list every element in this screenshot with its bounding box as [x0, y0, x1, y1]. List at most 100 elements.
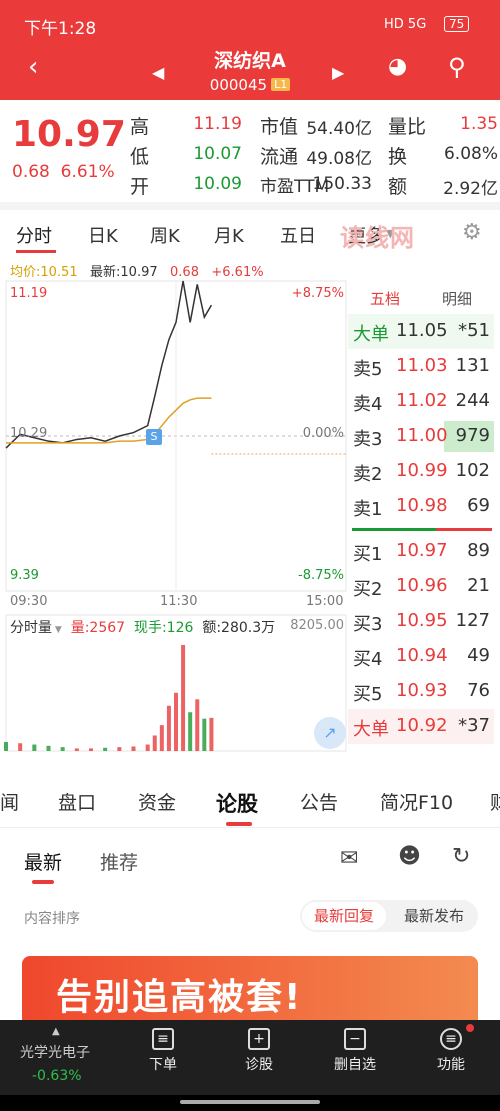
status-time: 下午1:28 — [24, 19, 97, 39]
stock-code-text: 000045 — [209, 76, 268, 94]
collapse-icon[interactable]: ▲ — [52, 1026, 60, 1037]
watermark: 读线网 — [340, 224, 415, 252]
high-label: 高 — [130, 116, 150, 138]
book-qty: 127 — [455, 610, 490, 631]
level-badge: L1 — [271, 78, 291, 91]
volume-bar — [159, 725, 164, 751]
time-start-label: 09:30 — [10, 594, 48, 609]
latest-price: 10.97 — [12, 114, 126, 155]
volume-bar — [74, 748, 79, 751]
volume-info: 分时量 ▼ 量:2567 现手:126 额:280.3万 — [10, 617, 275, 637]
volume-bar — [166, 705, 171, 751]
tab-finance[interactable]: 财 — [490, 788, 500, 815]
volume-bar — [103, 747, 108, 751]
tab-five-day[interactable]: 五日 — [280, 222, 316, 248]
search-icon[interactable]: ⚲ — [448, 54, 466, 80]
remove-label: 删自选 — [334, 1057, 376, 1073]
tab-funds[interactable]: 资金 — [138, 788, 176, 815]
y-top-label: 11.19 — [10, 286, 48, 301]
stock-name: 深纺织A — [214, 50, 286, 72]
remove-watchlist-button[interactable]: − 删自选 — [320, 1028, 390, 1074]
diagnose-icon: + — [248, 1028, 270, 1050]
volratio-label: 量比 — [388, 116, 427, 138]
open-label: 开 — [130, 176, 150, 198]
book-price: 11.03 — [396, 355, 448, 376]
sort-label: 内容排序 — [24, 911, 80, 927]
high-value: 11.19 — [193, 114, 242, 134]
tab-weekly[interactable]: 周K — [150, 222, 180, 248]
robot-icon[interactable]: ◕ — [388, 54, 407, 80]
book-level: 大单 — [353, 324, 389, 345]
volume-value: 量:2567 — [70, 620, 126, 636]
time-end-label: 15:00 — [306, 594, 344, 609]
active-tab-indicator — [16, 250, 56, 253]
next-stock-icon[interactable]: ▶ — [332, 60, 344, 86]
sort-latest-post[interactable]: 最新发布 — [392, 902, 476, 930]
volume-bar — [152, 735, 157, 751]
tab-news[interactable]: 闻 — [0, 788, 19, 815]
volume-bar — [209, 717, 214, 751]
book-row: 买4 10.94 49 — [348, 639, 494, 674]
expand-icon[interactable]: ↗ — [314, 717, 346, 749]
volume-bar — [188, 712, 193, 751]
book-row: 大单 10.92 *37 — [348, 709, 494, 744]
book-level: 大单 — [353, 719, 389, 740]
order-book: 五档 明细 大单 11.05 *51 卖5 11.03 131 卖4 11.02 244 卖3 11… — [348, 282, 494, 752]
tab-daily[interactable]: 日K — [88, 222, 118, 248]
sell-marker[interactable]: S — [146, 429, 162, 445]
notification-dot — [466, 1024, 474, 1032]
status-network: HD 5G — [384, 17, 427, 32]
top-bar: 下午1:28 HD 5G 75 ‹ ◀ 深纺织A 000045 L1 ▶ ◕ ⚲ — [0, 0, 500, 100]
amount-label: 额 — [388, 176, 408, 198]
tab-forum[interactable]: 论股 — [216, 788, 258, 818]
volume-bar — [117, 747, 122, 751]
book-qty: 76 — [467, 680, 490, 701]
tab-recommend[interactable]: 推荐 — [100, 848, 138, 875]
float-label: 流通 — [260, 146, 299, 168]
tab-latest[interactable]: 最新 — [24, 848, 62, 875]
volume-bar — [32, 744, 37, 751]
index-name[interactable]: 光学光电子 — [20, 1042, 90, 1062]
hand-value: 现手:126 — [133, 620, 194, 636]
mail-icon[interactable]: ✉ — [340, 846, 358, 871]
buy-button[interactable]: ≡ 下单 — [128, 1028, 198, 1074]
tab-profile[interactable]: 简况F10 — [380, 788, 453, 815]
tab-announcements[interactable]: 公告 — [300, 788, 338, 815]
pct-mid-label: 0.00% — [302, 426, 344, 441]
diagnose-label: 诊股 — [245, 1057, 273, 1073]
volume-type-select[interactable]: 分时量 — [10, 620, 52, 636]
tab-five-levels[interactable]: 五档 — [370, 288, 400, 309]
refresh-icon[interactable]: ↻ — [452, 844, 470, 869]
diagnose-button[interactable]: + 诊股 — [224, 1028, 294, 1074]
tab-intraday[interactable]: 分时 — [16, 222, 52, 248]
open-value: 10.09 — [193, 174, 242, 194]
pct-top-label: +8.75% — [291, 286, 344, 301]
change-percent: 6.61% — [60, 162, 115, 182]
change-value: 0.68 — [12, 162, 50, 182]
settings-icon[interactable]: ⚙ — [462, 220, 482, 245]
sort-latest-reply[interactable]: 最新回复 — [302, 902, 386, 930]
latest-indicator — [32, 880, 54, 884]
book-qty: 131 — [455, 355, 490, 376]
book-qty: *51 — [458, 320, 490, 341]
volume-bar — [195, 699, 200, 751]
book-level: 卖4 — [353, 394, 383, 415]
volume-dropdown-icon[interactable]: ▼ — [52, 625, 62, 635]
book-row: 大单 11.05 *51 — [348, 314, 494, 349]
promo-banner[interactable]: 告别追高被套! — [22, 956, 478, 1020]
tab-details[interactable]: 明细 — [442, 288, 472, 309]
amount-value: 2.92亿 — [443, 179, 498, 199]
price-change: 0.68 6.61% — [12, 162, 115, 182]
functions-button[interactable]: ≡ 功能 — [416, 1028, 486, 1074]
price-series-line — [5, 280, 213, 449]
tab-orderbook[interactable]: 盘口 — [58, 788, 96, 815]
book-price: 10.93 — [396, 680, 448, 701]
book-level: 买4 — [353, 649, 383, 670]
volume-max-label: 8205.00 — [290, 618, 344, 633]
mktcap-value: 54.40亿 — [306, 119, 372, 139]
book-price: 11.00 — [396, 425, 448, 446]
volume-bar — [60, 747, 65, 751]
user-icon[interactable]: ☻ — [398, 844, 421, 869]
book-level: 买5 — [353, 684, 383, 705]
tab-monthly[interactable]: 月K — [214, 222, 244, 248]
